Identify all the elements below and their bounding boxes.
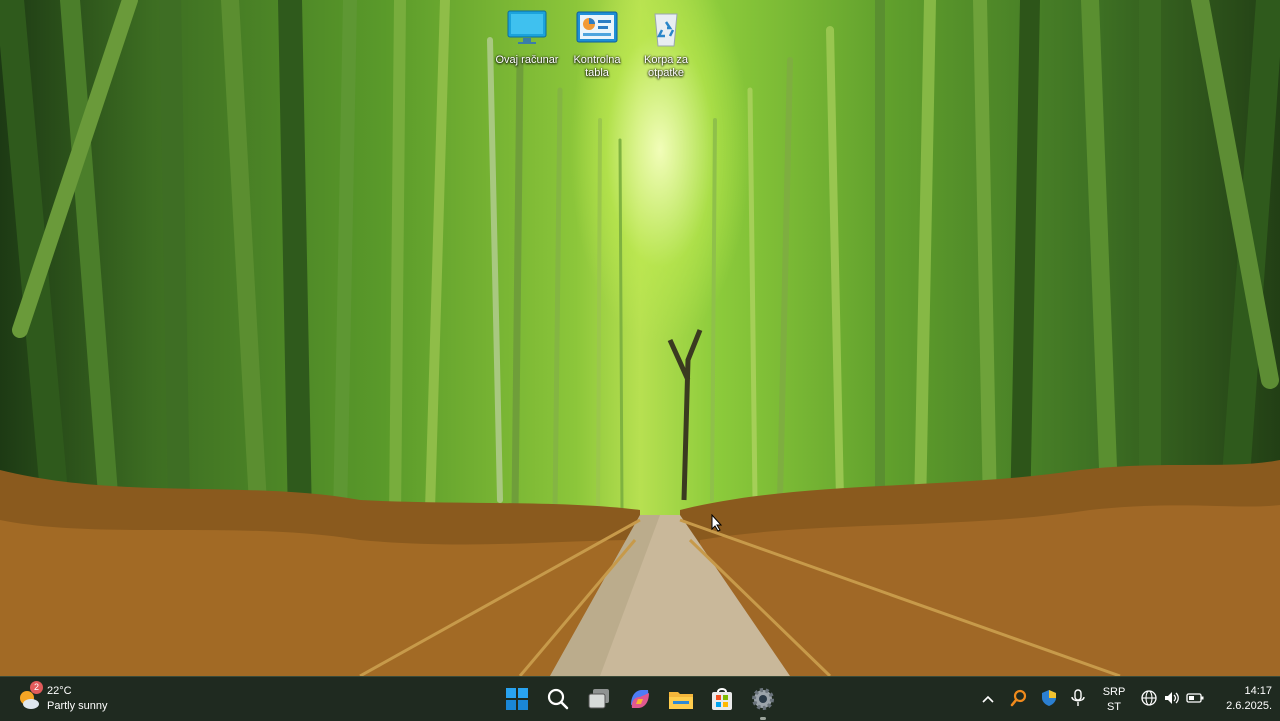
desktop-wallpaper [0, 0, 1280, 676]
language-line-1: SRP [1102, 686, 1126, 698]
chevron-up-icon[interactable] [980, 691, 996, 707]
language-indicator[interactable]: SRP ST [1100, 685, 1128, 713]
copilot-icon [631, 690, 649, 708]
mouse-cursor-icon [711, 514, 723, 532]
store-icon [712, 688, 732, 710]
desktop-icon-label: Korpa za otpatke [643, 54, 689, 79]
windows-logo-icon [506, 688, 528, 710]
quick-settings-button[interactable] [1140, 689, 1206, 709]
task-view-button[interactable] [583, 683, 615, 715]
folder-icon [669, 692, 693, 709]
recycle-bin-icon [644, 8, 688, 48]
weather-badge: 2 [30, 681, 43, 694]
microphone-icon[interactable] [1070, 689, 1086, 707]
taskbar: 2 22°C Partly sunny SRP ST 14:17 2.6.202… [0, 676, 1280, 721]
file-explorer-button[interactable] [665, 683, 697, 715]
desktop-icon-recycle-bin[interactable]: Korpa za otpatke [631, 8, 701, 80]
control-panel-icon [575, 8, 619, 48]
weather-widget[interactable]: 2 22°C Partly sunny [16, 681, 136, 715]
task-view-icon [588, 689, 609, 709]
language-line-2: ST [1106, 701, 1122, 713]
weather-condition: Partly sunny [47, 700, 108, 712]
battery-icon [1186, 693, 1204, 703]
clock-date: 2.6.2025. [1226, 700, 1272, 712]
desktop-icon-this-pc[interactable]: Ovaj računar [492, 8, 562, 67]
volume-icon [1165, 692, 1179, 704]
desktop-icon-label: Ovaj računar [495, 54, 559, 66]
gear-icon [752, 688, 774, 710]
start-button[interactable] [501, 683, 533, 715]
clock[interactable]: 14:17 2.6.2025. [1212, 684, 1272, 714]
security-shield-icon[interactable] [1040, 689, 1058, 707]
store-button[interactable] [706, 683, 738, 715]
search-icon [547, 688, 569, 710]
desktop-icon-control-panel[interactable]: Kontrolna tabla [562, 8, 632, 80]
copilot-button[interactable] [624, 683, 656, 715]
weather-temperature: 22°C [47, 685, 72, 697]
search-button[interactable] [542, 683, 574, 715]
desktop-icon-label: Kontrolna tabla [573, 54, 621, 79]
network-globe-icon [1141, 690, 1157, 706]
clock-time: 14:17 [1244, 685, 1272, 697]
monitor-icon [505, 8, 549, 48]
magnifier-tray-icon[interactable] [1010, 689, 1028, 707]
bamboo-forest-image [0, 0, 1280, 676]
settings-button[interactable] [747, 683, 779, 715]
